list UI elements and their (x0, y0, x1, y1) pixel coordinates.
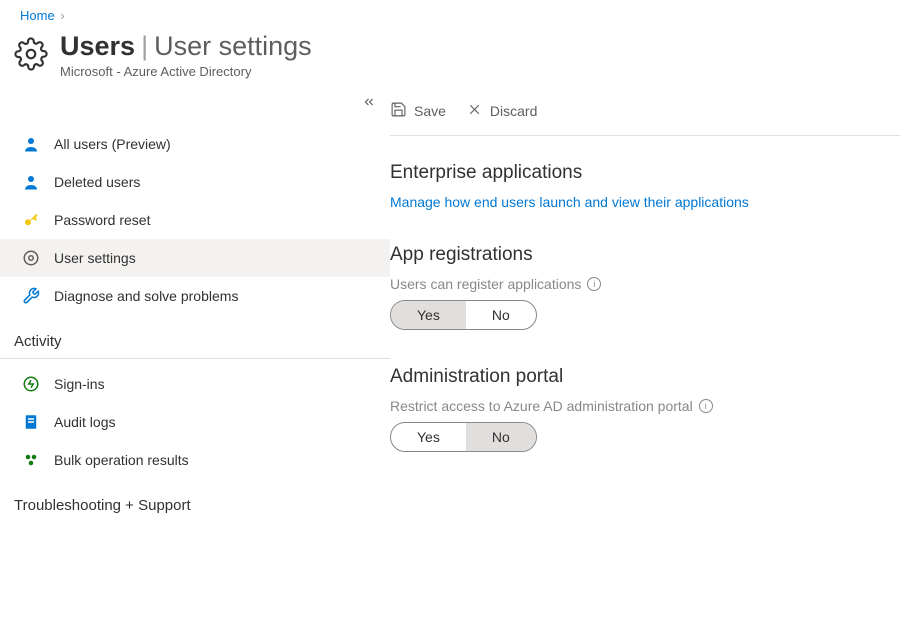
sidebar-item-all-users[interactable]: All users (Preview) (0, 125, 390, 163)
gear-icon (14, 31, 48, 74)
sidebar-item-label: Password reset (54, 212, 150, 228)
manage-enterprise-apps-link[interactable]: Manage how end users launch and view the… (390, 194, 749, 210)
sidebar-item-audit-logs[interactable]: Audit logs (0, 403, 390, 441)
save-icon (390, 101, 407, 121)
bulk-icon (22, 451, 40, 469)
main-content: Save Discard Enterprise applications Man… (390, 91, 900, 528)
sidebar-item-deleted-users[interactable]: Deleted users (0, 163, 390, 201)
app-registrations-heading: App registrations (390, 244, 900, 266)
gear-icon (22, 249, 40, 267)
close-icon (466, 101, 483, 121)
log-icon (22, 413, 40, 431)
page-subtitle: Microsoft - Azure Active Directory (60, 64, 312, 79)
appreg-toggle[interactable]: Yes No (390, 300, 537, 330)
signin-icon (22, 375, 40, 393)
page-header: Users|User settings Microsoft - Azure Ac… (0, 31, 900, 91)
admin-toggle[interactable]: Yes No (390, 422, 537, 452)
sidebar-item-label: Bulk operation results (54, 452, 189, 468)
sidebar-item-label: All users (Preview) (54, 136, 171, 152)
person-icon (22, 135, 40, 153)
info-icon[interactable]: i (587, 277, 601, 291)
appreg-yes-option[interactable]: Yes (391, 301, 466, 329)
admin-portal-heading: Administration portal (390, 366, 900, 388)
collapse-sidebar-button[interactable] (362, 95, 376, 112)
breadcrumb-home[interactable]: Home (20, 8, 55, 23)
key-icon (22, 211, 40, 229)
save-button[interactable]: Save (390, 101, 446, 121)
admin-yes-option[interactable]: Yes (391, 423, 466, 451)
sidebar-item-password-reset[interactable]: Password reset (0, 201, 390, 239)
sidebar-item-diagnose[interactable]: Diagnose and solve problems (0, 277, 390, 315)
admin-setting-label: Restrict access to Azure AD administrati… (390, 398, 900, 414)
sidebar-section-troubleshoot: Troubleshooting + Support (0, 479, 390, 522)
info-icon[interactable]: i (699, 399, 713, 413)
sidebar-item-user-settings[interactable]: User settings (0, 239, 390, 277)
person-icon (22, 173, 40, 191)
toolbar: Save Discard (390, 91, 900, 136)
sidebar-item-signins[interactable]: Sign-ins (0, 365, 390, 403)
enterprise-apps-heading: Enterprise applications (390, 162, 900, 184)
sidebar-item-bulk-results[interactable]: Bulk operation results (0, 441, 390, 479)
wrench-icon (22, 287, 40, 305)
page-title: Users|User settings (60, 31, 312, 62)
sidebar-item-label: Audit logs (54, 414, 115, 430)
discard-button[interactable]: Discard (466, 101, 537, 121)
sidebar-item-label: Diagnose and solve problems (54, 288, 238, 304)
sidebar: All users (Preview) Deleted users Passwo… (0, 91, 390, 528)
breadcrumb: Home › (0, 0, 900, 31)
sidebar-section-activity: Activity (0, 315, 390, 359)
sidebar-item-label: Sign-ins (54, 376, 105, 392)
sidebar-item-label: User settings (54, 250, 136, 266)
admin-no-option[interactable]: No (466, 423, 536, 451)
appreg-no-option[interactable]: No (466, 301, 536, 329)
sidebar-item-label: Deleted users (54, 174, 140, 190)
chevron-right-icon: › (60, 8, 64, 23)
appreg-setting-label: Users can register applications i (390, 276, 900, 292)
